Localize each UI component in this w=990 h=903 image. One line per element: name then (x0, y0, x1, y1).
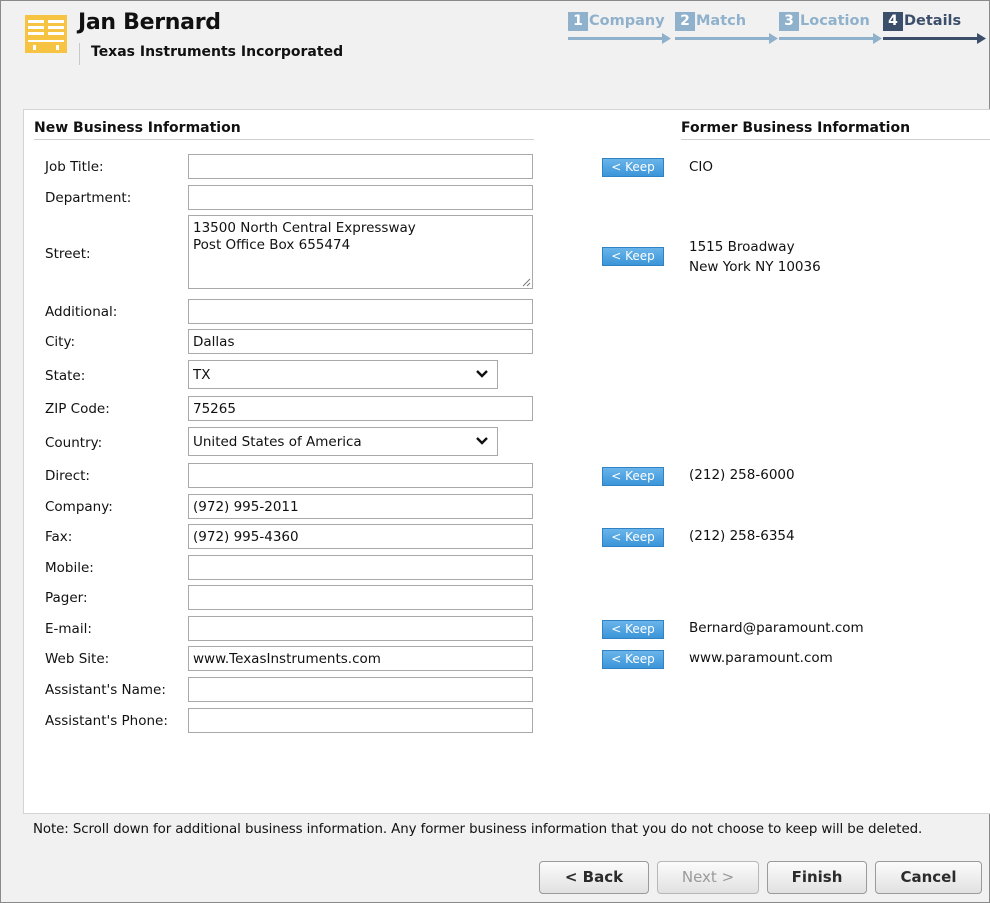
step-label: Details (904, 13, 962, 29)
email-field[interactable] (188, 616, 533, 641)
assistant-phone-field[interactable] (188, 708, 533, 733)
step-label: Location (800, 13, 870, 29)
zip-label: ZIP Code: (45, 401, 110, 417)
former-fax: (212) 258-6354 (689, 528, 795, 544)
keep-street-button[interactable]: < Keep (602, 247, 664, 266)
keep-website-button[interactable]: < Keep (602, 650, 664, 669)
step-number: 2 (675, 12, 695, 31)
contact-company: Texas Instruments Incorporated (91, 44, 344, 60)
company-phone-field[interactable] (188, 494, 533, 519)
next-button[interactable]: Next > (657, 861, 759, 894)
back-button[interactable]: < Back (539, 861, 649, 894)
city-label: City: (45, 334, 76, 350)
former-direct: (212) 258-6000 (689, 467, 795, 483)
step-number: 3 (779, 12, 799, 31)
additional-field[interactable] (188, 299, 533, 324)
former-email: Bernard@paramount.com (689, 620, 864, 636)
country-select[interactable]: United States of America (188, 427, 498, 456)
finish-button[interactable]: Finish (767, 861, 867, 894)
step-company: 1 Company (568, 9, 671, 49)
pager-field[interactable] (188, 585, 533, 610)
chevron-down-icon (476, 437, 488, 445)
zip-field[interactable] (188, 396, 533, 421)
resize-grip-icon[interactable] (521, 277, 531, 287)
former-website: www.paramount.com (689, 650, 833, 666)
step-details: 4 Details (883, 9, 986, 49)
step-arrow-icon (883, 33, 986, 44)
country-select-value: United States of America (193, 434, 362, 450)
keep-email-button[interactable]: < Keep (602, 620, 664, 639)
details-panel: New Business Information Former Business… (23, 109, 990, 814)
wizard-window: Jan Bernard Texas Instruments Incorporat… (0, 0, 990, 903)
former-job-title: CIO (689, 159, 714, 175)
additional-label: Additional: (45, 304, 118, 320)
header: Jan Bernard Texas Instruments Incorporat… (1, 1, 990, 109)
step-label: Company (589, 13, 665, 29)
keep-job-title-button[interactable]: < Keep (602, 158, 664, 177)
company-phone-label: Company: (45, 499, 113, 515)
header-divider (79, 43, 80, 65)
step-location: 3 Location (779, 9, 882, 49)
department-field[interactable] (188, 185, 533, 210)
street-label: Street: (45, 246, 91, 262)
country-label: Country: (45, 435, 103, 451)
contact-name: Jan Bernard (78, 10, 221, 35)
assistant-name-label: Assistant's Name: (45, 682, 166, 698)
city-field[interactable] (188, 329, 533, 354)
department-label: Department: (45, 190, 132, 206)
state-label: State: (45, 368, 86, 384)
step-number: 1 (568, 12, 588, 31)
former-business-heading: Former Business Information (681, 120, 990, 140)
step-label: Match (696, 13, 747, 29)
website-field[interactable] (188, 646, 533, 671)
fax-label: Fax: (45, 529, 73, 545)
new-business-heading: New Business Information (34, 120, 534, 140)
assistant-name-field[interactable] (188, 677, 533, 702)
cancel-button[interactable]: Cancel (875, 861, 982, 894)
step-arrow-icon (568, 33, 671, 44)
street-field[interactable]: 13500 North Central Expressway Post Offi… (188, 215, 533, 289)
state-select[interactable]: TX (188, 360, 498, 389)
former-street-line2: New York NY 10036 (689, 259, 821, 275)
pager-label: Pager: (45, 590, 88, 606)
footer-note: Note: Scroll down for additional busines… (33, 822, 923, 837)
job-title-field[interactable] (188, 154, 533, 179)
chevron-down-icon (476, 370, 488, 378)
fax-field[interactable] (188, 524, 533, 549)
mobile-label: Mobile: (45, 560, 94, 576)
state-select-value: TX (193, 367, 211, 383)
step-arrow-icon (675, 33, 778, 44)
step-match: 2 Match (675, 9, 778, 49)
keep-fax-button[interactable]: < Keep (602, 528, 664, 547)
website-label: Web Site: (45, 651, 110, 667)
mobile-field[interactable] (188, 555, 533, 580)
direct-field[interactable] (188, 463, 533, 488)
assistant-phone-label: Assistant's Phone: (45, 713, 168, 729)
email-label: E-mail: (45, 621, 92, 637)
keep-direct-button[interactable]: < Keep (602, 467, 664, 486)
direct-label: Direct: (45, 468, 90, 484)
step-number: 4 (883, 12, 903, 31)
former-street-line1: 1515 Broadway (689, 239, 795, 255)
step-arrow-icon (779, 33, 882, 44)
job-title-label: Job Title: (45, 159, 104, 175)
contact-card-icon (25, 15, 67, 53)
